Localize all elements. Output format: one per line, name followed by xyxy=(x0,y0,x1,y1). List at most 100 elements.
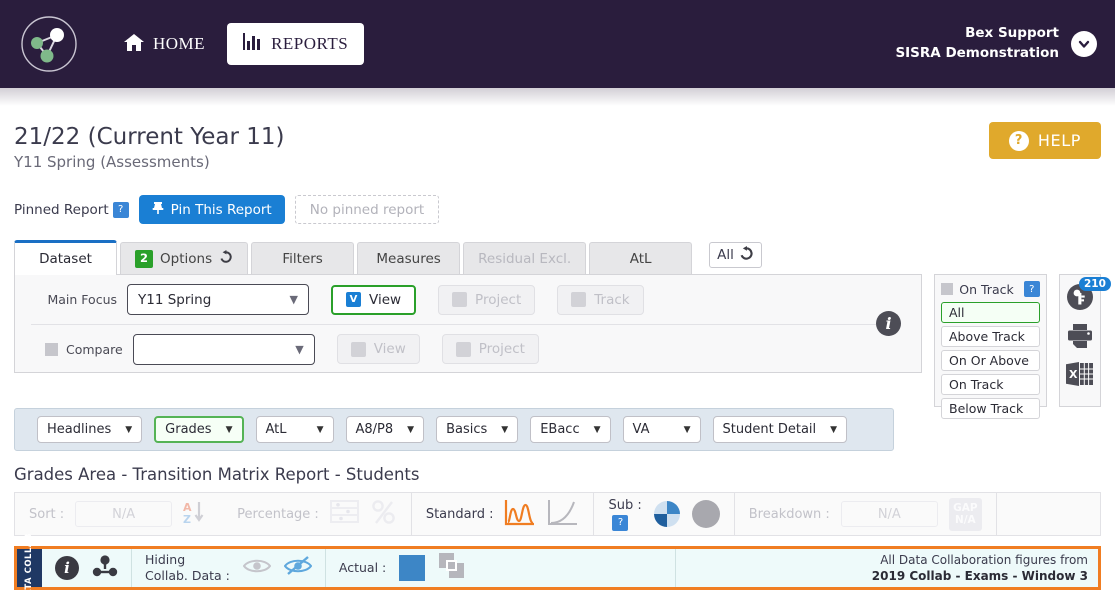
compare-select[interactable]: ▼ xyxy=(133,334,315,365)
user-names: Bex Support SISRA Demonstration xyxy=(895,24,1059,63)
dropdown-headlines[interactable]: Headlines ▼ xyxy=(37,416,142,443)
on-track-option-all[interactable]: All xyxy=(941,302,1040,323)
chevron-down-icon: ▼ xyxy=(830,425,837,435)
curve-chart-icon[interactable] xyxy=(547,497,579,531)
pinned-report-row: Pinned Report? Pin This Report No pinned… xyxy=(14,195,439,224)
dropdown-va[interactable]: VA ▼ xyxy=(623,416,701,443)
on-track-option-on-track[interactable]: On Track xyxy=(941,374,1040,395)
table-icon xyxy=(330,499,360,529)
page-title: 21/22 (Current Year 11) xyxy=(14,124,285,150)
main-view-label: View xyxy=(369,292,401,308)
report-title: Grades Area - Transition Matrix Report -… xyxy=(14,465,419,484)
chevron-down-icon: ▼ xyxy=(407,425,414,435)
actual-color-swatch[interactable] xyxy=(399,555,425,581)
eye-off-icon[interactable] xyxy=(284,555,312,581)
people-icon[interactable] xyxy=(92,554,118,582)
chevron-down-icon[interactable] xyxy=(1071,31,1097,57)
collab-note-line2: 2019 Collab - Exams - Window 3 xyxy=(872,568,1088,584)
hiding-line1: Hiding xyxy=(145,552,185,567)
on-track-help-badge[interactable]: ? xyxy=(1024,281,1040,297)
svg-text:X: X xyxy=(1069,368,1078,381)
user-org: SISRA Demonstration xyxy=(895,44,1059,64)
breakdown-label: Breakdown : xyxy=(749,507,830,522)
on-track-option-above-track[interactable]: Above Track xyxy=(941,326,1040,347)
compare-label[interactable]: Compare xyxy=(45,342,123,357)
pinned-help-badge[interactable]: ? xyxy=(113,202,129,218)
no-pinned-report-slot: No pinned report xyxy=(295,195,439,224)
layers-icon[interactable] xyxy=(438,552,466,584)
gap-button: GAP N/A xyxy=(949,498,982,531)
help-label: HELP xyxy=(1038,131,1081,150)
reset-icon[interactable] xyxy=(219,250,233,268)
tab-measures-label: Measures xyxy=(376,251,440,267)
info-icon[interactable]: i xyxy=(876,311,901,336)
compare-checkbox[interactable] xyxy=(45,343,58,356)
actual-label: Actual : xyxy=(339,560,386,576)
main-focus-value: Y11 Spring xyxy=(138,292,211,308)
project-checkbox xyxy=(452,292,467,307)
percent-icon xyxy=(371,498,397,530)
sub-help-badge[interactable]: ? xyxy=(612,515,628,531)
gap-line2: N/A xyxy=(955,514,976,526)
key-count-badge: 210 xyxy=(1079,277,1111,291)
home-icon xyxy=(123,32,145,57)
dropdown-ebacc[interactable]: EBacc ▼ xyxy=(530,416,610,443)
hiding-collab-label: Hiding Collab. Data : xyxy=(145,552,230,585)
dropdown-basics[interactable]: Basics ▼ xyxy=(436,416,518,443)
tab-options[interactable]: 2 Options xyxy=(120,242,248,275)
nav-reports[interactable]: REPORTS xyxy=(227,23,364,65)
user-menu[interactable]: Bex Support SISRA Demonstration xyxy=(895,24,1097,63)
app-header: HOME REPORTS Bex Support SISRA Demonstra… xyxy=(0,0,1115,88)
on-track-checkbox[interactable] xyxy=(941,283,953,295)
dropdown-student-detail[interactable]: Student Detail ▼ xyxy=(713,416,848,443)
collab-icons-segment: i xyxy=(42,549,131,587)
reset-all-label: All xyxy=(717,247,734,263)
track-checkbox xyxy=(571,292,586,307)
pie-quarters-icon[interactable] xyxy=(653,500,681,528)
info-icon[interactable]: i xyxy=(55,556,79,580)
data-collab-line2: COLLAB xyxy=(24,533,34,573)
sisra-logo[interactable] xyxy=(20,15,78,73)
compare-view-checkbox xyxy=(351,342,366,357)
svg-text:Z: Z xyxy=(183,513,191,526)
pin-this-report-button[interactable]: Pin This Report xyxy=(139,195,285,224)
main-focus-select[interactable]: Y11 Spring ▼ xyxy=(127,284,309,315)
tab-dataset[interactable]: Dataset xyxy=(14,240,117,275)
dropdown-atl[interactable]: AtL ▼ xyxy=(256,416,334,443)
chevron-down-icon: ▼ xyxy=(684,425,691,435)
peaks-chart-icon[interactable] xyxy=(504,497,536,531)
tab-filters-label: Filters xyxy=(282,251,322,267)
printer-icon[interactable] xyxy=(1065,322,1095,354)
on-track-option-below-track[interactable]: Below Track xyxy=(941,398,1040,419)
help-button[interactable]: ? HELP xyxy=(989,122,1101,159)
chevron-down-icon: ▼ xyxy=(290,293,298,306)
tab-atl[interactable]: AtL xyxy=(589,242,692,275)
nav-home[interactable]: HOME xyxy=(123,32,205,57)
breakdown-value: N/A xyxy=(841,501,938,527)
panel-row: Main Focus Y11 Spring ▼ V View Project T… xyxy=(14,275,1101,407)
compare-project-checkbox xyxy=(456,342,471,357)
main-project-label: Project xyxy=(475,292,521,308)
tab-atl-label: AtL xyxy=(630,251,652,267)
tab-filters[interactable]: Filters xyxy=(251,242,354,275)
standard-label: Standard : xyxy=(426,507,494,522)
main-focus-row: Main Focus Y11 Spring ▼ V View Project T… xyxy=(15,275,921,324)
sub-label: Sub : xyxy=(608,498,641,513)
excel-icon[interactable]: X xyxy=(1065,360,1095,392)
tab-measures[interactable]: Measures xyxy=(357,242,460,275)
pin-button-label: Pin This Report xyxy=(171,202,272,218)
solid-circle-icon[interactable] xyxy=(692,500,720,528)
reset-all-button[interactable]: All xyxy=(709,242,762,268)
on-track-title: On Track xyxy=(959,282,1013,297)
dropdown-grades[interactable]: Grades ▼ xyxy=(154,416,243,443)
tab-residual-label: Residual Excl. xyxy=(478,251,571,267)
eye-icon[interactable] xyxy=(243,556,271,580)
data-collab-bar: DATA COLLAB i Hiding Collab. Data : xyxy=(14,546,1101,590)
main-view-button[interactable]: V View xyxy=(331,285,416,315)
on-track-option-on-or-above[interactable]: On Or Above xyxy=(941,350,1040,371)
compare-project-label: Project xyxy=(479,341,525,357)
dropdown-a8p8[interactable]: A8/P8 ▼ xyxy=(346,416,425,443)
nav-reports-label: REPORTS xyxy=(271,34,348,54)
sort-segment: Sort : N/A A Z xyxy=(15,493,223,535)
hiding-line2: Collab. Data : xyxy=(145,568,230,583)
